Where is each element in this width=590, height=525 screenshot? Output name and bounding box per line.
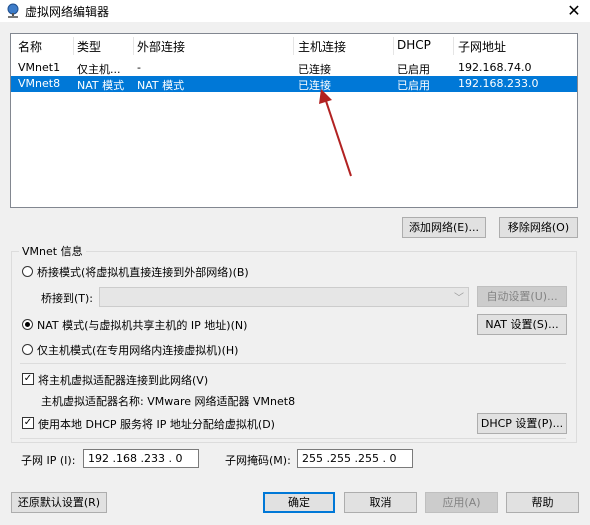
subnet-ip-input[interactable]: 192 .168 .233 . 0 [83, 449, 199, 468]
row-dhcp: 已启用 [397, 63, 430, 76]
column-separator [453, 37, 454, 55]
subnet-mask-input[interactable]: 255 .255 .255 . 0 [297, 449, 413, 468]
bridged-mode-label[interactable]: 桥接模式(将虚拟机直接连接到外部网络)(B) [37, 264, 249, 280]
column-header-type[interactable]: 类型 [77, 38, 101, 55]
row-type: NAT 模式 [77, 79, 125, 92]
row-name: VMnet1 [18, 61, 61, 74]
bridge-to-dropdown[interactable]: ﹀ [99, 287, 469, 307]
row-name: VMnet8 [18, 77, 61, 90]
row-external: NAT 模式 [137, 79, 185, 92]
column-header-dhcp[interactable]: DHCP [397, 38, 431, 52]
network-app-icon [7, 3, 19, 18]
nat-mode-radio[interactable] [22, 319, 33, 330]
host-only-mode-radio[interactable] [22, 344, 33, 355]
adapter-name-label: 主机虚拟适配器名称: VMware 网络适配器 VMnet8 [41, 395, 296, 408]
column-separator [293, 37, 294, 55]
connect-adapter-checkbox[interactable]: ✓ [22, 373, 34, 385]
ok-button[interactable]: 确定 [263, 492, 335, 513]
row-host: 已连接 [298, 79, 331, 92]
divider [20, 363, 566, 364]
connect-adapter-label[interactable]: 将主机虚拟适配器连接到此网络(V) [38, 372, 208, 388]
bridged-mode-radio[interactable] [22, 266, 33, 277]
vmnet-info-title: VMnet 信息 [19, 243, 86, 259]
dhcp-checkbox[interactable]: ✓ [22, 417, 34, 429]
window-title: 虚拟网络编辑器 [25, 5, 110, 19]
remove-network-button[interactable]: 移除网络(O) [499, 217, 578, 238]
column-header-host[interactable]: 主机连接 [298, 38, 346, 55]
network-row-vmnet8[interactable]: VMnet8 NAT 模式 NAT 模式 已连接 已启用 192.168.233… [11, 76, 577, 92]
close-icon[interactable]: ✕ [562, 0, 586, 22]
restore-defaults-button[interactable]: 还原默认设置(R) [11, 492, 107, 513]
network-list[interactable]: 名称 类型 外部连接 主机连接 DHCP 子网地址 VMnet1 仅主机... … [10, 33, 578, 208]
row-subnet: 192.168.74.0 [458, 61, 532, 74]
column-header-name[interactable]: 名称 [18, 38, 42, 55]
column-header-external[interactable]: 外部连接 [137, 38, 185, 55]
nat-mode-label[interactable]: NAT 模式(与虚拟机共享主机的 IP 地址)(N) [37, 317, 247, 333]
dhcp-settings-button[interactable]: DHCP 设置(P)... [477, 413, 567, 434]
column-separator [393, 37, 394, 55]
divider [20, 438, 566, 439]
radio-selected-dot [25, 322, 30, 327]
help-button[interactable]: 帮助 [506, 492, 579, 513]
column-separator [73, 37, 74, 55]
bridge-to-label: 桥接到(T): [41, 292, 94, 305]
chevron-down-icon: ﹀ [454, 293, 464, 304]
row-host: 已连接 [298, 63, 331, 76]
title-bar: 虚拟网络编辑器 ✕ [0, 0, 590, 22]
column-separator [133, 37, 134, 55]
subnet-ip-label: 子网 IP (I): [21, 454, 76, 467]
auto-settings-button[interactable]: 自动设置(U)... [477, 286, 567, 307]
cancel-button[interactable]: 取消 [344, 492, 417, 513]
column-header-subnet[interactable]: 子网地址 [458, 38, 506, 55]
row-external: - [137, 61, 141, 74]
host-only-mode-label[interactable]: 仅主机模式(在专用网络内连接虚拟机)(H) [37, 342, 238, 358]
nat-settings-button[interactable]: NAT 设置(S)... [477, 314, 567, 335]
subnet-mask-label: 子网掩码(M): [225, 454, 291, 467]
row-type: 仅主机... [77, 63, 121, 76]
dhcp-label[interactable]: 使用本地 DHCP 服务将 IP 地址分配给虚拟机(D) [38, 416, 275, 432]
add-network-button[interactable]: 添加网络(E)... [402, 217, 486, 238]
row-subnet: 192.168.233.0 [458, 77, 539, 90]
apply-button[interactable]: 应用(A) [425, 492, 498, 513]
network-row-vmnet1[interactable]: VMnet1 仅主机... - 已连接 已启用 192.168.74.0 [11, 60, 577, 76]
row-dhcp: 已启用 [397, 79, 430, 92]
